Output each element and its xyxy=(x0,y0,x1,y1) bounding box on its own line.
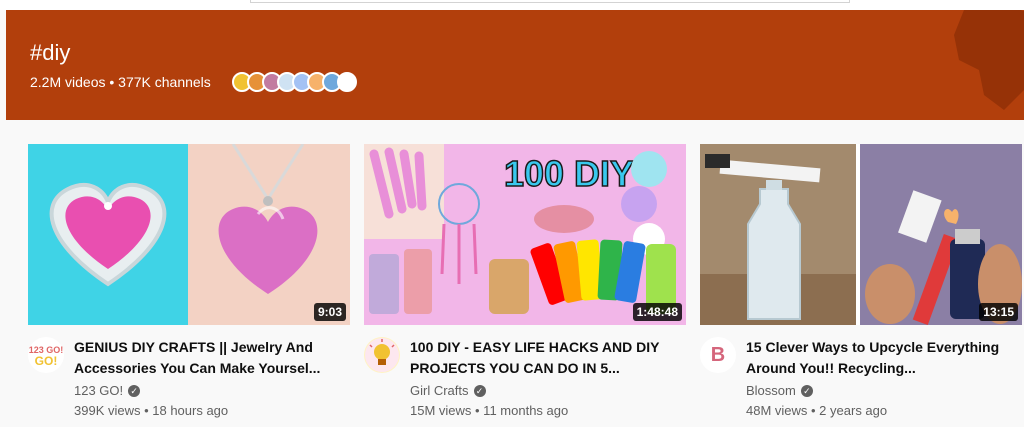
channel-name-row: 123 GO! ✓ xyxy=(74,383,141,398)
video-meta: 100 DIY - EASY LIFE HACKS AND DIY PROJEC… xyxy=(364,325,686,425)
top-strip xyxy=(0,0,1024,10)
verified-icon: ✓ xyxy=(473,384,486,397)
video-duration: 9:03 xyxy=(313,303,346,321)
video-meta: B 15 Clever Ways to Upcycle Everything A… xyxy=(700,325,1022,425)
video-grid: 9:03 123 GO! GO! GENIUS DIY CRAFTS || Je… xyxy=(28,144,1022,427)
channel-avatar[interactable] xyxy=(364,337,400,373)
channel-name-row: Blossom ✓ xyxy=(746,383,813,398)
hashtag-stats: 2.2M videos • 377K channels xyxy=(30,74,211,90)
verified-icon: ✓ xyxy=(128,384,141,397)
channel-avatar[interactable]: 123 GO! GO! xyxy=(28,337,64,373)
video-stats: 48M views • 2 years ago xyxy=(746,403,888,418)
channel-name[interactable]: Girl Crafts xyxy=(410,383,469,398)
hashtag-title: #diy xyxy=(30,40,71,65)
video-title[interactable]: GENIUS DIY CRAFTS || Jewelry And Accesso… xyxy=(74,337,344,379)
thumbnail-image xyxy=(700,144,1022,325)
banner-decoration xyxy=(954,10,1024,110)
video-thumbnail[interactable]: 9:03 xyxy=(28,144,350,325)
video-stats: 15M views • 11 months ago xyxy=(410,403,569,418)
thumbnail-image xyxy=(28,144,350,325)
thumbnail-caption: 100 DIY xyxy=(504,153,634,194)
channel-name[interactable]: Blossom xyxy=(746,383,796,398)
channel-logo-text: B xyxy=(710,343,726,366)
channel-name[interactable]: 123 GO! xyxy=(74,383,123,398)
channel-logo-icon: 123 GO! GO! xyxy=(29,338,63,372)
video-title[interactable]: 100 DIY - EASY LIFE HACKS AND DIY PROJEC… xyxy=(410,337,680,379)
video-card[interactable]: 9:03 123 GO! GO! GENIUS DIY CRAFTS || Je… xyxy=(28,144,350,425)
video-card[interactable]: 13:15 B 15 Clever Ways to Upcycle Everyt… xyxy=(700,144,1022,425)
avatar[interactable] xyxy=(337,72,357,92)
video-thumbnail[interactable]: 100 DIY 1:48:48 xyxy=(364,144,686,325)
search-bar-edge[interactable] xyxy=(250,0,850,3)
verified-icon: ✓ xyxy=(800,384,813,397)
channel-avatars xyxy=(232,72,357,92)
channel-avatar[interactable]: B xyxy=(700,337,736,373)
channel-name-row: Girl Crafts ✓ xyxy=(410,383,486,398)
video-title[interactable]: 15 Clever Ways to Upcycle Everything Aro… xyxy=(746,337,1016,379)
video-duration: 13:15 xyxy=(979,303,1018,321)
svg-text:GO!: GO! xyxy=(35,354,58,368)
hashtag-header: #diy 2.2M videos • 377K channels xyxy=(6,10,1024,120)
video-card[interactable]: 100 DIY 1:48:48 100 DIY - EASY LIFE HACK… xyxy=(364,144,686,425)
video-meta: 123 GO! GO! GENIUS DIY CRAFTS || Jewelry… xyxy=(28,325,350,425)
video-thumbnail[interactable]: 13:15 xyxy=(700,144,1022,325)
thumbnail-image: 100 DIY xyxy=(364,144,686,325)
video-duration: 1:48:48 xyxy=(632,303,682,321)
video-stats: 399K views • 18 hours ago xyxy=(74,403,229,418)
lightbulb-icon xyxy=(365,338,399,372)
